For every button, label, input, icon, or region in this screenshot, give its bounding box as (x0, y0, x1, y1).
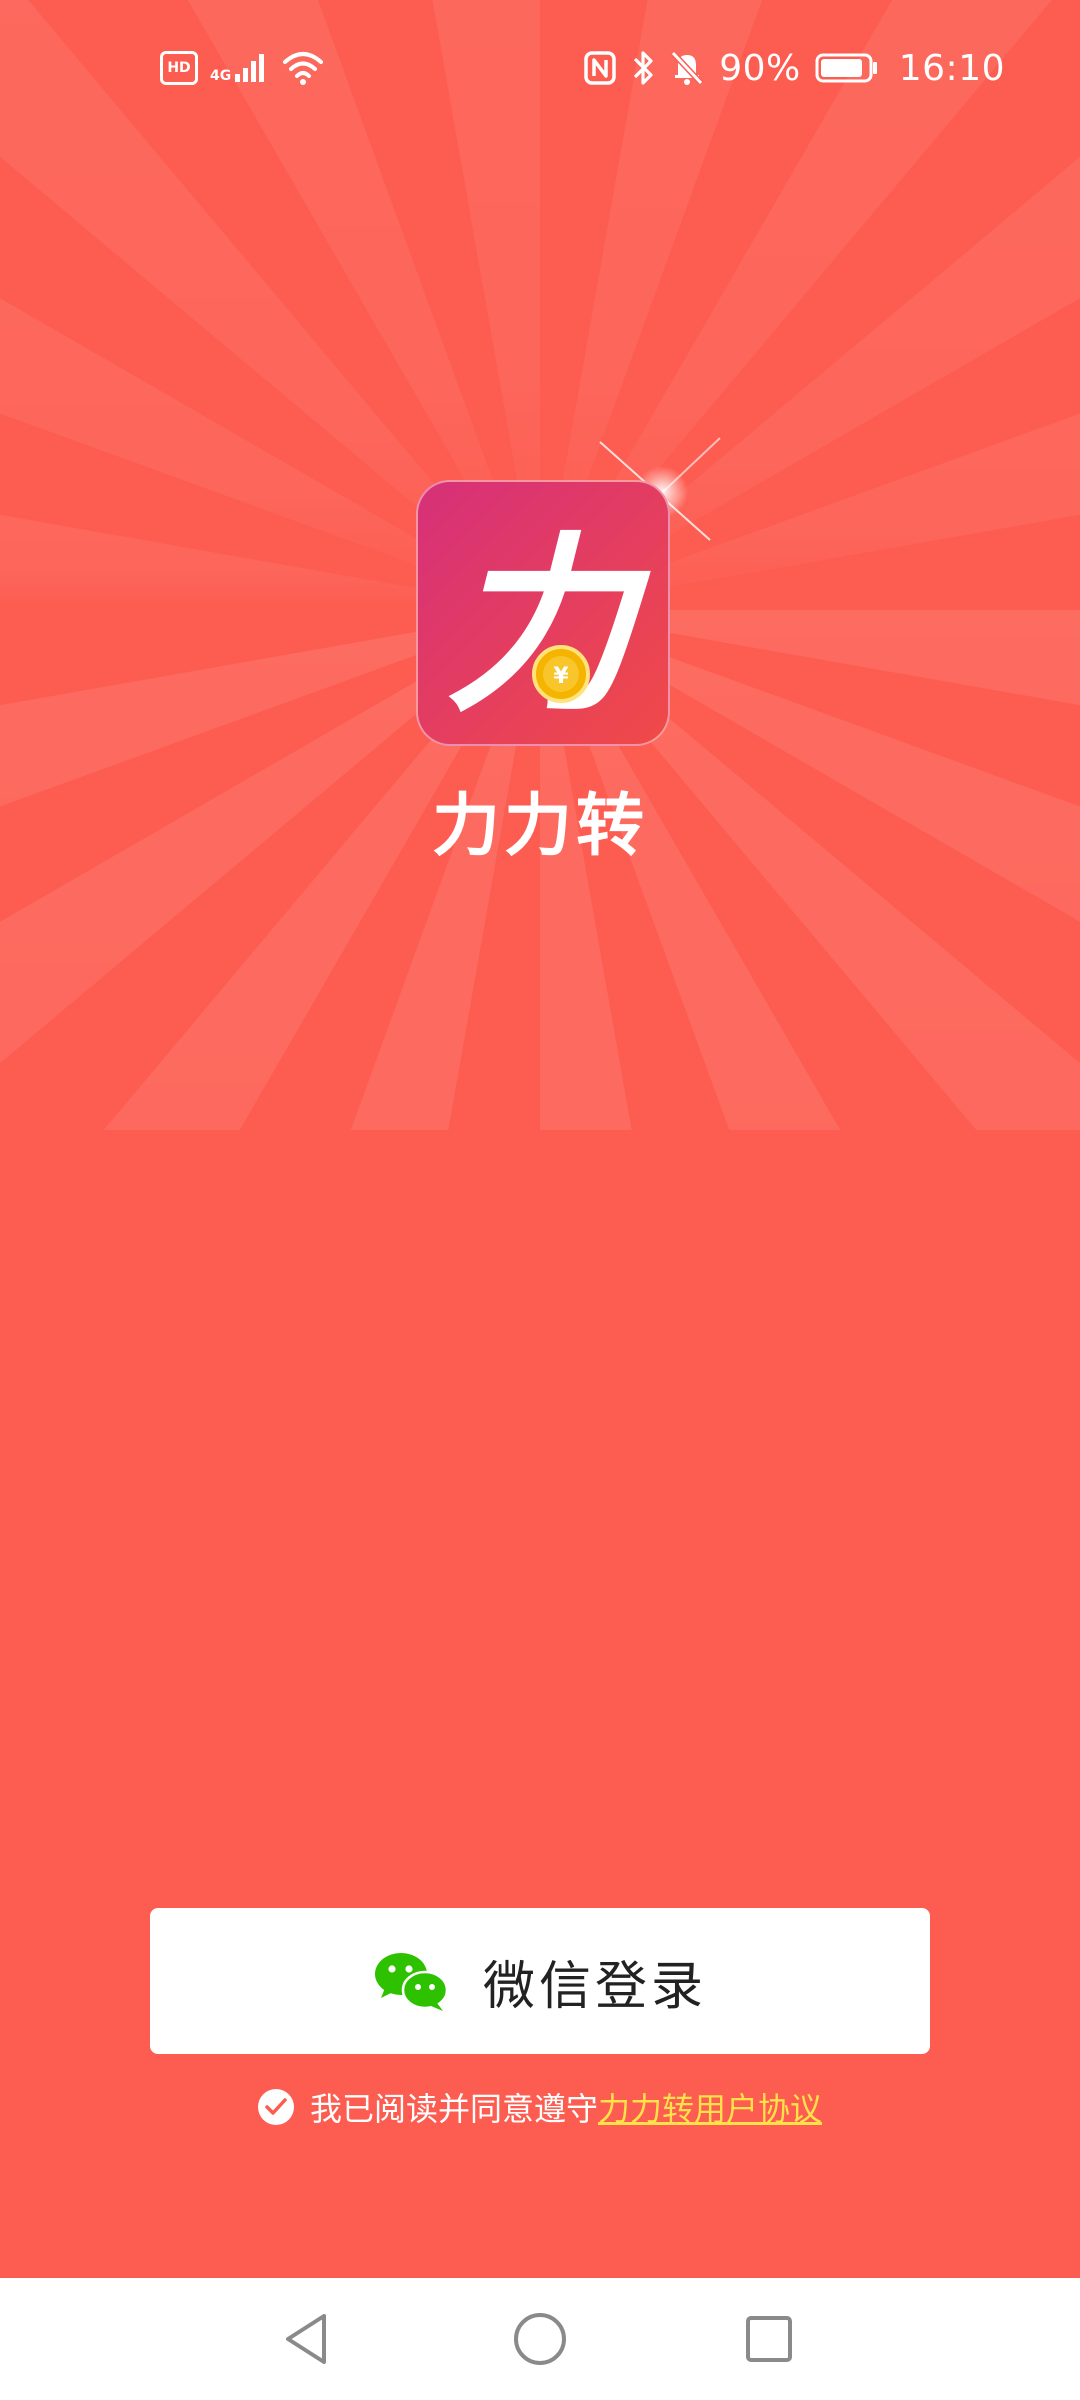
coin-glyph: ¥ (553, 664, 569, 689)
wifi-icon (283, 52, 324, 85)
battery-icon (815, 53, 877, 83)
check-icon (265, 2098, 287, 2115)
recents-square-icon (746, 2316, 792, 2362)
status-bar: HD 4G 90% 16:10 (0, 0, 1080, 135)
wechat-login-button[interactable]: 微信登录 (150, 1908, 930, 2054)
bluetooth-icon (634, 51, 653, 85)
splash-screen: HD 4G 90% 16:10 力 ¥ 力力转 微信登录 我已阅读并同意遵守力力… (0, 0, 1080, 2278)
app-name: 力力转 (431, 787, 648, 866)
hd-icon: HD (160, 51, 198, 85)
battery-percent: 90% (719, 47, 801, 89)
clock: 16:10 (898, 47, 1005, 89)
network-type-label: 4G (210, 68, 232, 84)
logo-glyph: 力 (445, 514, 651, 737)
nav-back-button[interactable] (274, 2306, 340, 2372)
nav-recents-button[interactable] (736, 2306, 802, 2372)
navigation-bar (0, 2278, 1080, 2400)
app-logo: 力 ¥ (416, 480, 670, 746)
nav-home-button[interactable] (507, 2306, 573, 2372)
login-button-label: 微信登录 (482, 1956, 707, 2017)
home-circle-icon (514, 2313, 566, 2365)
user-agreement-link[interactable]: 力力转用户协议 (598, 2090, 822, 2128)
coin-icon: ¥ (532, 645, 590, 703)
signal-icon: 4G (210, 52, 269, 84)
agreement-checkbox[interactable] (257, 2089, 294, 2125)
agreement-prefix: 我已阅读并同意遵守 (309, 2090, 598, 2128)
back-triangle-icon (286, 2314, 326, 2364)
agreement-text: 我已阅读并同意遵守力力转用户协议 (310, 2084, 822, 2130)
wechat-icon (374, 1953, 449, 2011)
nfc-icon (584, 51, 616, 85)
mute-bell-icon (671, 50, 704, 86)
agreement-row: 我已阅读并同意遵守力力转用户协议 (0, 2082, 1080, 2132)
